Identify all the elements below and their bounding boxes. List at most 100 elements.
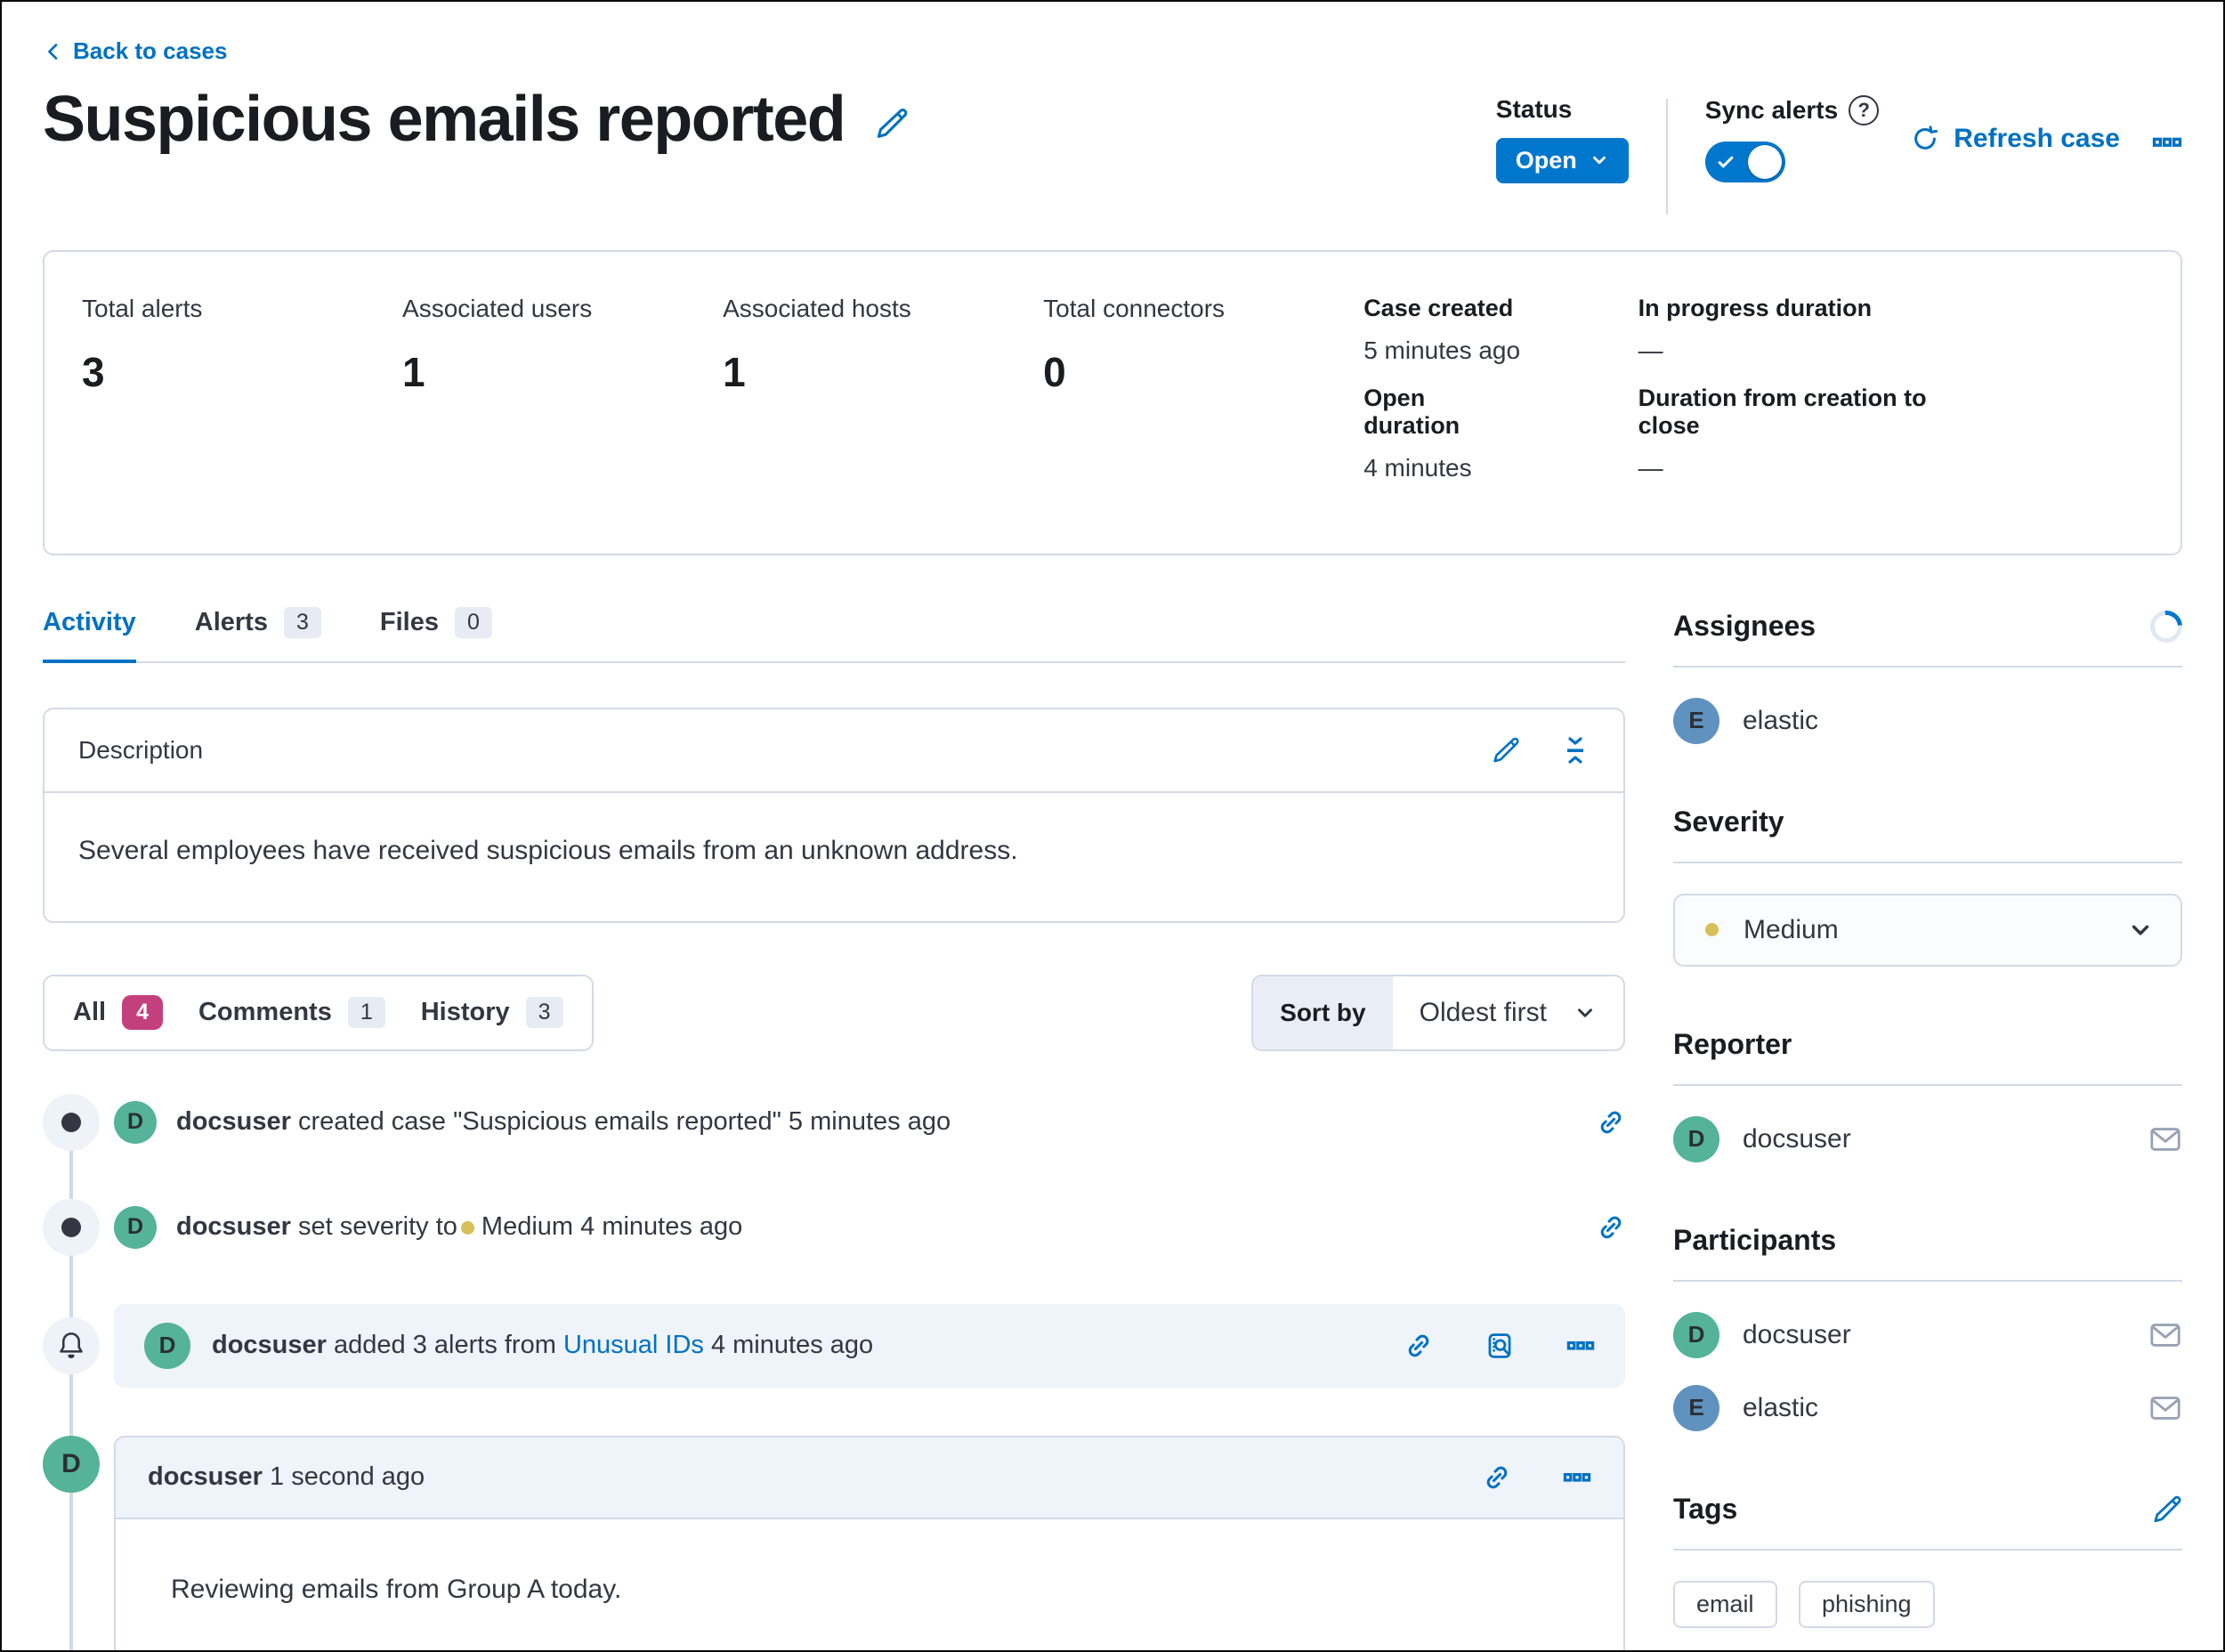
description-title: Description	[78, 736, 203, 765]
copy-link-icon[interactable]	[1597, 1213, 1625, 1242]
investigate-in-timeline-icon[interactable]	[1485, 1331, 1515, 1361]
severity-medium-dot	[461, 1221, 474, 1235]
assignees-title: Assignees	[1673, 610, 1816, 643]
tags-section: Tags email phishing	[1673, 1490, 2182, 1628]
refresh-icon	[1911, 125, 1939, 153]
comment-body: Reviewing emails from Group A today.	[116, 1519, 1623, 1652]
avatar: D	[114, 1206, 157, 1249]
header-divider	[1666, 99, 1668, 215]
sync-alerts-label: Sync alerts	[1705, 96, 1838, 125]
description-body: Several employees have received suspicio…	[44, 793, 1623, 921]
unusual-ids-link[interactable]: Unusual IDs	[563, 1331, 704, 1359]
back-to-cases-link[interactable]: Back to cases	[43, 37, 227, 65]
activity-item-comment: D docsuser 1 second ago	[43, 1436, 1625, 1652]
activity-filter-group: All 4 Comments 1 History 3	[43, 975, 594, 1051]
sync-alerts-toggle[interactable]	[1705, 142, 1785, 182]
activity-timeline: D docsuser created case "Suspicious emai…	[43, 1094, 1625, 1652]
avatar: D	[114, 1101, 157, 1144]
activity-item-created: D docsuser created case "Suspicious emai…	[43, 1094, 1625, 1151]
severity-select[interactable]: Medium	[1673, 894, 2182, 967]
copy-link-icon[interactable]	[1404, 1332, 1433, 1360]
loading-spinner	[2144, 603, 2189, 649]
reporter-row: D docsuser	[1673, 1116, 2182, 1162]
tab-files[interactable]: Files 0	[380, 607, 492, 661]
edit-tags-pencil-icon[interactable]	[2152, 1494, 2182, 1525]
reporter-section: Reporter D docsuser	[1673, 1025, 2182, 1162]
participant-name: elastic	[1743, 1393, 1818, 1423]
collapse-description-fold-icon[interactable]	[1561, 736, 1590, 765]
comment-card: docsuser 1 second ago Reviewing emails	[114, 1436, 1625, 1652]
alerts-added-row: D docsuser added 3 alerts from Unusual I…	[114, 1304, 1625, 1388]
chevron-down-icon	[2127, 917, 2154, 943]
tab-activity[interactable]: Activity	[43, 607, 136, 663]
metric-durations-left: Case created 5 minutes ago Open duration…	[1363, 295, 1522, 502]
case-actions-ellipsis-icon[interactable]	[2152, 127, 2182, 158]
comment-actions-ellipsis-icon[interactable]	[1563, 1463, 1591, 1492]
chevron-down-icon	[1590, 150, 1609, 170]
sync-alerts-group: Sync alerts ?	[1705, 95, 1879, 182]
alert-actions-ellipsis-icon[interactable]	[1566, 1332, 1595, 1360]
reporter-name: docsuser	[1743, 1124, 1851, 1154]
avatar: D	[144, 1323, 190, 1369]
timeline-dot-marker	[43, 1199, 100, 1256]
reporter-title: Reporter	[1673, 1028, 1792, 1061]
avatar: E	[1673, 698, 1719, 744]
avatar: E	[1673, 1385, 1719, 1431]
sort-value: Oldest first	[1420, 998, 1547, 1028]
participant-row: D docsuser	[1673, 1312, 2182, 1358]
chevron-left-icon	[43, 41, 64, 62]
participants-section: Participants D docsuser E elastic	[1673, 1221, 2182, 1431]
alerts-count-badge: 3	[284, 607, 321, 638]
severity-title: Severity	[1673, 806, 1784, 838]
activity-item-severity: D docsuser set severity toMedium 4 minut…	[43, 1199, 1625, 1256]
description-card: Description Several employees have recei…	[43, 708, 1625, 923]
copy-link-icon[interactable]	[1597, 1108, 1625, 1137]
check-icon	[1716, 152, 1736, 172]
status-group: Status Open	[1496, 95, 1629, 183]
tab-alerts[interactable]: Alerts 3	[195, 607, 321, 661]
all-count-badge: 4	[122, 995, 163, 1030]
refresh-case-button[interactable]: Refresh case	[1911, 124, 2120, 154]
case-tabs: Activity Alerts 3 Files 0	[43, 607, 1625, 663]
metric-total-connectors: Total connectors 0	[1043, 295, 1363, 502]
edit-title-pencil-icon[interactable]	[875, 98, 909, 141]
comments-count-badge: 1	[348, 997, 385, 1028]
filter-all[interactable]: All 4	[73, 995, 163, 1030]
email-icon[interactable]	[2148, 1391, 2182, 1425]
severity-medium-dot	[1705, 923, 1719, 936]
files-count-badge: 0	[455, 607, 492, 638]
email-icon[interactable]	[2148, 1318, 2182, 1352]
sync-alerts-help-icon[interactable]: ?	[1849, 95, 1879, 126]
edit-description-pencil-icon[interactable]	[1492, 736, 1520, 765]
activity-item-alerts-added: D docsuser added 3 alerts from Unusual I…	[43, 1304, 1625, 1388]
participant-name: docsuser	[1743, 1320, 1851, 1350]
page-title: Suspicious emails reported	[43, 83, 845, 157]
status-label: Status	[1496, 95, 1629, 124]
history-count-badge: 3	[526, 997, 563, 1028]
status-value: Open	[1516, 147, 1577, 174]
timeline-bell-marker	[43, 1317, 100, 1374]
assignee-name: elastic	[1743, 706, 1818, 736]
tag-badge: email	[1673, 1581, 1777, 1628]
sort-order-select[interactable]: Sort by Oldest first	[1251, 975, 1625, 1051]
toggle-knob	[1748, 145, 1782, 179]
severity-value: Medium	[1744, 915, 1839, 945]
tag-badge: phishing	[1799, 1581, 1935, 1628]
metric-durations-right: In progress duration — Duration from cre…	[1638, 295, 1983, 502]
assignees-section: Assignees E elastic	[1673, 607, 2182, 744]
participant-row: E elastic	[1673, 1385, 2182, 1431]
case-metrics-panel: Total alerts 3 Associated users 1 Associ…	[43, 250, 2182, 555]
filter-comments[interactable]: Comments 1	[198, 997, 385, 1028]
filter-history[interactable]: History 3	[421, 997, 563, 1028]
avatar: D	[1673, 1312, 1719, 1358]
bell-icon	[56, 1331, 86, 1361]
timeline-dot-marker	[43, 1094, 100, 1151]
metric-total-alerts: Total alerts 3	[82, 295, 402, 502]
chevron-down-icon	[1574, 1001, 1597, 1024]
copy-link-icon[interactable]	[1483, 1463, 1511, 1492]
status-open-button[interactable]: Open	[1496, 138, 1629, 183]
sort-by-label: Sort by	[1253, 976, 1392, 1049]
metric-associated-hosts: Associated hosts 1	[723, 295, 1043, 502]
back-to-cases-label: Back to cases	[73, 37, 227, 65]
email-icon[interactable]	[2148, 1122, 2182, 1156]
